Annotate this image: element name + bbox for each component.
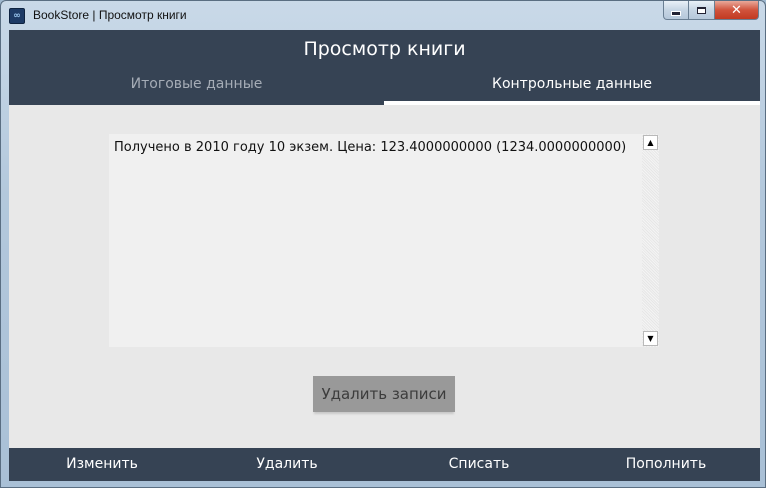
delete-records-button[interactable]: Удалить записи (313, 376, 455, 412)
footer-toolbar: Изменить Удалить Списать Пополнить (9, 448, 760, 481)
window-title: BookStore | Просмотр книги (33, 8, 187, 22)
page-title: Просмотр книги (303, 38, 466, 60)
minimize-icon (671, 10, 681, 16)
replenish-button[interactable]: Пополнить (591, 448, 741, 481)
header: Просмотр книги Итоговые данные Контрольн… (9, 30, 760, 105)
delete-button[interactable]: Удалить (212, 448, 362, 481)
client-area: Просмотр книги Итоговые данные Контрольн… (9, 30, 760, 481)
vertical-scrollbar[interactable]: ▲ ▼ (642, 134, 659, 347)
window-controls: ✕ (663, 1, 759, 20)
edit-button[interactable]: Изменить (27, 448, 177, 481)
tab-summary-data[interactable]: Итоговые данные (9, 74, 384, 105)
records-textbox[interactable]: Получено в 2010 году 10 экзем. Цена: 123… (109, 134, 659, 347)
scroll-up-icon[interactable]: ▲ (643, 135, 658, 150)
write-off-button[interactable]: Списать (404, 448, 554, 481)
close-icon: ✕ (731, 2, 742, 18)
records-text: Получено в 2010 году 10 экзем. Цена: 123… (114, 140, 627, 155)
active-tab-indicator (384, 101, 760, 105)
scroll-down-icon[interactable]: ▼ (643, 331, 658, 346)
bookstore-app-icon: ∞ (9, 8, 25, 24)
maximize-button[interactable] (689, 1, 715, 20)
title-bar[interactable]: ∞ BookStore | Просмотр книги ✕ (1, 1, 765, 30)
app-window: ∞ BookStore | Просмотр книги ✕ Просмотр … (0, 0, 766, 488)
maximize-icon (697, 6, 706, 14)
minimize-button[interactable] (663, 1, 689, 20)
close-button[interactable]: ✕ (715, 1, 759, 20)
